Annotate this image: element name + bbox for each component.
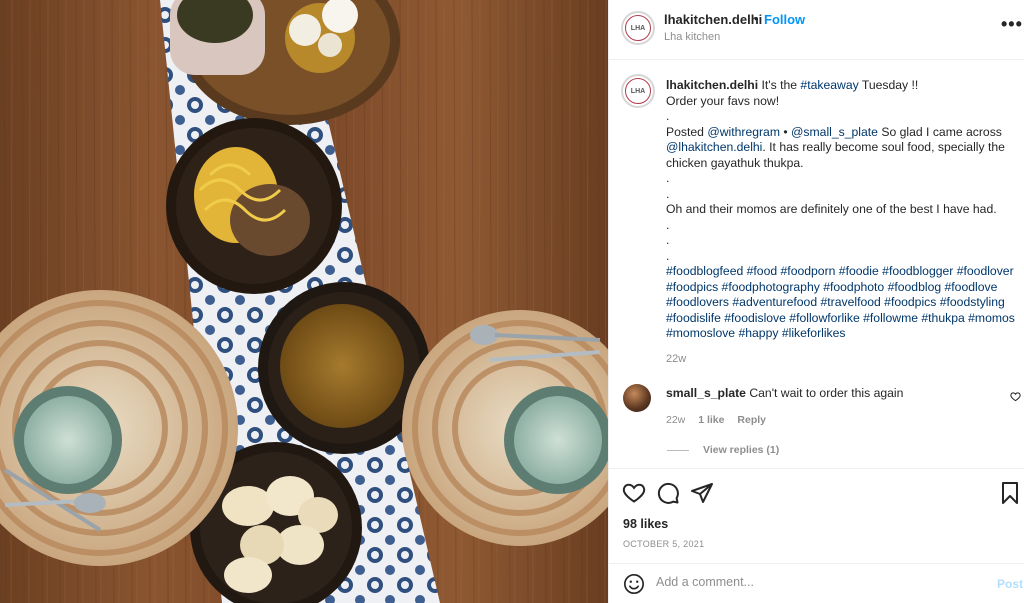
heart-icon[interactable] [622,481,646,505]
post-actions: 98 likes OCTOBER 5, 2021 [609,468,1024,568]
posted-text: Posted [666,124,708,139]
mention-lhakitchen[interactable]: @lhakitchen.delhi [666,140,762,154]
follow-button[interactable]: Follow [764,12,805,27]
posted-text-2: So glad I came across [877,124,1002,139]
caption-dot: . [666,233,670,247]
comment-likes[interactable]: 1 like [698,414,724,426]
food-photo-image [0,0,608,603]
post-comment-button[interactable]: Post [997,577,1023,591]
add-comment-bar: Post [609,563,1024,603]
avatar[interactable]: LHA [621,11,655,45]
reply-button[interactable]: Reply [737,414,766,426]
caption-line-momos: Oh and their momos are definitely one of… [666,202,997,216]
comment-input[interactable] [656,575,976,589]
caption-dot: . [666,248,670,263]
post-details-panel: LHA lhakitchen.delhi • Follow Lha kitche… [608,0,1024,603]
caption-avatar-logo: LHA [625,78,651,104]
mention-withregram[interactable]: @withregram [707,125,780,139]
view-replies-button[interactable]: View replies (1) [667,444,779,456]
comment-icon[interactable] [656,481,680,505]
replies-divider [667,449,689,451]
caption-username[interactable]: lhakitchen.delhi [666,78,758,92]
caption-hashtags[interactable]: #foodblogfeed #food #foodporn #foodie #f… [666,264,1022,342]
caption-dot: . [666,186,670,201]
caption-text-1: It's the [761,78,801,92]
bookmark-icon[interactable] [999,481,1021,505]
post-header: LHA lhakitchen.delhi • Follow Lha kitche… [609,0,1024,60]
post-photo[interactable] [0,0,608,603]
share-icon[interactable] [690,481,714,505]
header-username[interactable]: lhakitchen.delhi [664,12,762,27]
more-options-icon[interactable]: ••• [1001,14,1023,35]
comment-avatar[interactable] [623,384,651,412]
post-date: OCTOBER 5, 2021 [623,539,705,549]
caption-dot: . [666,109,670,123]
caption-line-order: Order your favs now! [666,93,780,108]
posted-separator: • [780,124,792,139]
caption-age: 22w [666,352,687,365]
likes-count[interactable]: 98 likes [623,517,668,531]
comment-username[interactable]: small_s_plate [666,386,746,400]
caption-dot: . [666,171,670,185]
caption-dot: . [666,217,670,232]
caption-text-2: Tuesday !! [858,78,919,92]
location-link[interactable]: Lha kitchen [664,31,720,43]
caption-avatar[interactable]: LHA [621,74,655,108]
separator-dot: • [754,11,759,26]
avatar-logo: LHA [625,15,651,41]
comment-heart-icon[interactable] [1010,391,1021,402]
emoji-icon[interactable] [623,573,645,595]
hashtag-takeaway[interactable]: #takeaway [800,78,858,92]
post-caption: lhakitchen.delhi It's the #takeaway Tues… [666,78,1022,367]
view-replies-label: View replies (1) [703,444,780,456]
comment-text: Can't wait to order this again [749,386,904,400]
comment-age: 22w [666,414,686,426]
mention-small-s-plate[interactable]: @small_s_plate [791,125,878,139]
